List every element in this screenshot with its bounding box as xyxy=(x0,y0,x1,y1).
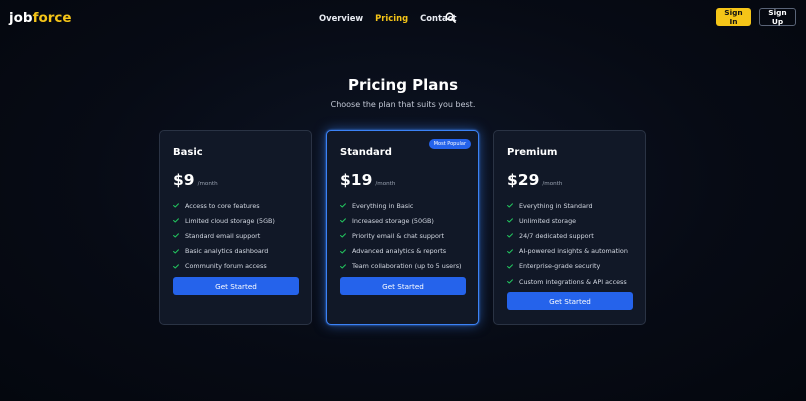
feature-item: Custom integrations & API access xyxy=(507,274,628,289)
check-icon xyxy=(340,264,346,269)
feature-text: Priority email & chat support xyxy=(352,231,444,240)
check-icon xyxy=(340,233,346,238)
price-amount: $29 xyxy=(507,171,540,189)
logo[interactable]: jobforce xyxy=(9,10,72,26)
check-icon xyxy=(507,203,513,208)
pricing-page: jobforce Overview Pricing Contact Sign I… xyxy=(0,0,806,401)
feature-text: 24/7 dedicated support xyxy=(519,231,594,240)
plan-name: Premium xyxy=(507,147,558,158)
price-period: /month xyxy=(197,181,218,187)
feature-text: Advanced analytics & reports xyxy=(352,247,447,256)
check-icon xyxy=(173,233,179,238)
plan-card-basic: Basic $9 /month Access to core features … xyxy=(159,130,312,325)
sign-in-button[interactable]: Sign In xyxy=(716,8,751,26)
check-icon xyxy=(507,218,513,223)
feature-text: Standard email support xyxy=(185,231,261,240)
feature-text: Enterprise-grade security xyxy=(519,262,601,271)
feature-item: Basic analytics dashboard xyxy=(173,244,275,259)
feature-item: AI-powered insights & automation xyxy=(507,244,628,259)
plan-card-premium: Premium $29 /month Everything in Standar… xyxy=(493,130,646,325)
feature-text: Access to core features xyxy=(185,201,260,210)
feature-text: Custom integrations & API access xyxy=(519,277,627,286)
check-icon xyxy=(173,264,179,269)
get-started-button[interactable]: Get Started xyxy=(173,277,299,295)
page-title: Pricing Plans xyxy=(347,76,459,94)
sign-up-button[interactable]: Sign Up xyxy=(759,8,796,26)
feature-text: Everything in Standard xyxy=(519,201,593,210)
check-icon xyxy=(507,264,513,269)
feature-list: Everything in Basic Increased storage (5… xyxy=(340,198,462,274)
feature-item: Unlimited storage xyxy=(507,213,628,228)
header: jobforce Overview Pricing Contact Sign I… xyxy=(0,0,806,36)
check-icon xyxy=(340,203,346,208)
nav-overview[interactable]: Overview xyxy=(319,12,363,24)
check-icon xyxy=(340,248,346,254)
feature-item: Priority email & chat support xyxy=(340,228,462,243)
feature-item: Standard email support xyxy=(173,228,275,243)
get-started-button[interactable]: Get Started xyxy=(507,292,633,310)
feature-item: Advanced analytics & reports xyxy=(340,244,462,259)
check-icon xyxy=(340,218,346,223)
most-popular-badge: Most Popular xyxy=(428,139,471,149)
get-started-button[interactable]: Get Started xyxy=(340,277,466,295)
check-icon xyxy=(507,248,513,254)
search-icon[interactable] xyxy=(445,12,456,23)
price-amount: $19 xyxy=(340,171,373,189)
check-icon xyxy=(173,248,179,254)
feature-text: Increased storage (50GB) xyxy=(352,216,434,225)
price-period: /month xyxy=(375,181,396,187)
feature-item: Access to core features xyxy=(173,198,275,213)
feature-text: Team collaboration (up to 5 users) xyxy=(352,262,462,271)
feature-list: Access to core features Limited cloud st… xyxy=(173,198,275,274)
feature-item: Community forum access xyxy=(173,259,275,274)
feature-item: Everything in Basic xyxy=(340,198,462,213)
feature-text: AI-powered insights & automation xyxy=(519,247,628,256)
feature-list: Everything in Standard Unlimited storage… xyxy=(507,198,628,289)
plan-price: $9 /month xyxy=(173,171,218,189)
logo-accent: force xyxy=(32,10,72,26)
plan-name: Basic xyxy=(173,147,203,158)
price-period: /month xyxy=(542,181,563,187)
feature-text: Community forum access xyxy=(185,262,267,271)
feature-text: Everything in Basic xyxy=(352,201,414,210)
check-icon xyxy=(173,203,179,208)
feature-item: Limited cloud storage (5GB) xyxy=(173,213,275,228)
feature-item: Everything in Standard xyxy=(507,198,628,213)
feature-text: Unlimited storage xyxy=(519,216,577,225)
check-icon xyxy=(173,218,179,223)
check-icon xyxy=(507,233,513,238)
feature-item: Increased storage (50GB) xyxy=(340,213,462,228)
page-subtitle: Choose the plan that suits you best. xyxy=(330,100,476,109)
feature-item: Enterprise-grade security xyxy=(507,259,628,274)
feature-item: Team collaboration (up to 5 users) xyxy=(340,259,462,274)
feature-text: Limited cloud storage (5GB) xyxy=(185,216,275,225)
plan-name: Standard xyxy=(340,147,392,158)
feature-item: 24/7 dedicated support xyxy=(507,228,628,243)
price-amount: $9 xyxy=(173,171,195,189)
plan-card-standard: Most Popular Standard $19 /month Everyth… xyxy=(326,130,479,325)
check-icon xyxy=(507,279,513,284)
logo-main: job xyxy=(9,10,33,26)
nav-pricing[interactable]: Pricing xyxy=(375,12,408,24)
feature-text: Basic analytics dashboard xyxy=(185,247,269,256)
plan-price: $29 /month xyxy=(507,171,562,189)
plan-price: $19 /month xyxy=(340,171,395,189)
